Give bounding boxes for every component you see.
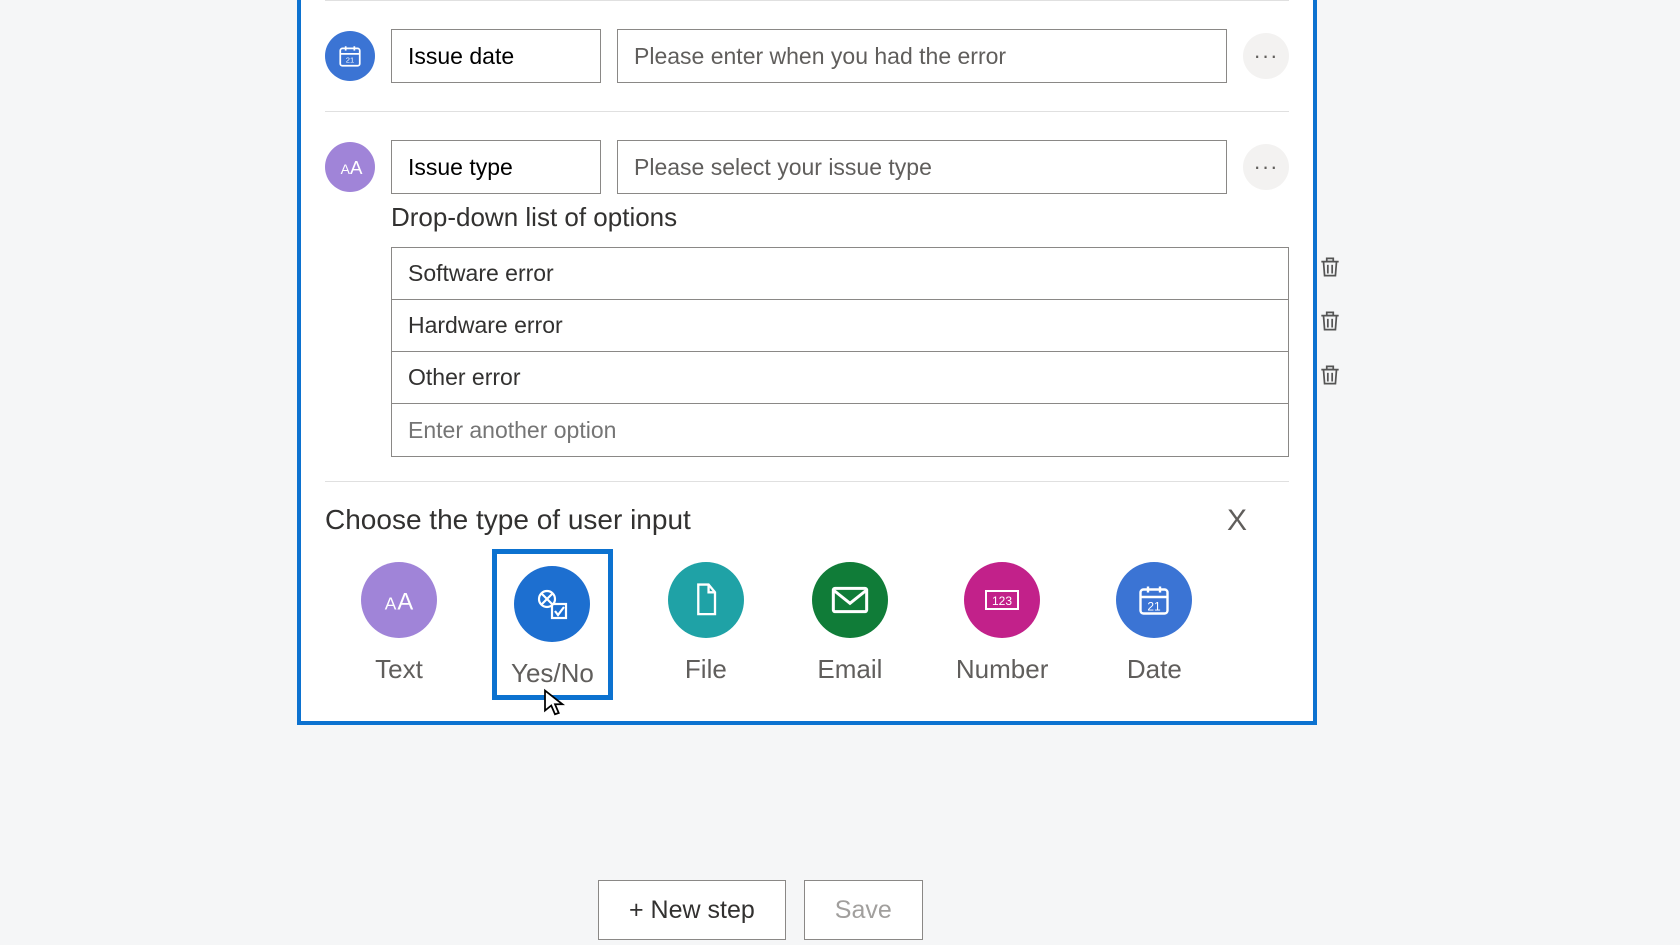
delete-option-button[interactable] (1317, 253, 1343, 281)
save-button[interactable]: Save (804, 880, 923, 940)
input-type-label: Date (1127, 654, 1182, 685)
new-step-button[interactable]: + New step (598, 880, 786, 940)
input-type-label: File (685, 654, 727, 685)
input-field-row: 21 ··· (301, 1, 1313, 111)
dropdown-option-input[interactable] (392, 352, 1288, 404)
file-icon (668, 562, 744, 638)
dropdown-option-input[interactable] (392, 300, 1288, 352)
svg-text:123: 123 (992, 594, 1012, 608)
delete-option-button[interactable] (1317, 361, 1343, 389)
input-type-number[interactable]: 123 Number (948, 554, 1056, 693)
svg-text:A: A (397, 589, 413, 616)
email-icon (812, 562, 888, 638)
dropdown-add-option-input[interactable] (392, 404, 1288, 456)
input-field-row: A A ··· (301, 112, 1313, 206)
number-icon: 123 (964, 562, 1040, 638)
svg-text:A: A (350, 157, 363, 178)
dropdown-options-section: Drop-down list of options (301, 202, 1313, 481)
delete-option-button[interactable] (1317, 307, 1343, 335)
text-icon: A A (361, 562, 437, 638)
trash-icon (1317, 361, 1343, 389)
close-button[interactable]: X (1227, 504, 1247, 538)
trash-icon (1317, 253, 1343, 281)
svg-text:21: 21 (1148, 600, 1162, 614)
choose-input-type-title: Choose the type of user input (325, 504, 1289, 536)
svg-text:21: 21 (346, 56, 354, 65)
more-options-button[interactable]: ··· (1243, 33, 1289, 79)
yesno-icon (514, 566, 590, 642)
trash-icon (1317, 307, 1343, 335)
dropdown-options-title: Drop-down list of options (391, 202, 1289, 233)
input-type-label: Yes/No (511, 658, 594, 689)
input-type-list: A A Text Yes/No (325, 536, 1289, 699)
calendar-icon: 21 (325, 31, 375, 81)
calendar-icon: 21 (1116, 562, 1192, 638)
dropdown-options-box (391, 247, 1289, 457)
input-type-label: Number (956, 654, 1048, 685)
field-name-input[interactable] (391, 29, 601, 83)
input-type-file[interactable]: File (660, 554, 752, 693)
field-placeholder-input[interactable] (617, 140, 1227, 194)
flow-trigger-card: 21 ··· A A ··· Drop-down list of options (297, 0, 1317, 725)
input-type-date[interactable]: 21 Date (1108, 554, 1200, 693)
more-options-button[interactable]: ··· (1243, 144, 1289, 190)
input-type-text[interactable]: A A Text (353, 554, 445, 693)
ellipsis-icon: ··· (1254, 154, 1279, 180)
field-name-input[interactable] (391, 140, 601, 194)
input-type-label: Email (817, 654, 882, 685)
ellipsis-icon: ··· (1254, 43, 1279, 69)
text-icon: A A (325, 142, 375, 192)
input-type-label: Text (375, 654, 423, 685)
svg-text:A: A (385, 594, 397, 614)
footer-actions: + New step Save (598, 880, 923, 940)
input-type-yesno[interactable]: Yes/No (497, 554, 608, 695)
dropdown-option-input[interactable] (392, 248, 1288, 300)
field-placeholder-input[interactable] (617, 29, 1227, 83)
choose-input-type-section: Choose the type of user input X A A Text (301, 482, 1313, 721)
input-type-email[interactable]: Email (804, 554, 896, 693)
